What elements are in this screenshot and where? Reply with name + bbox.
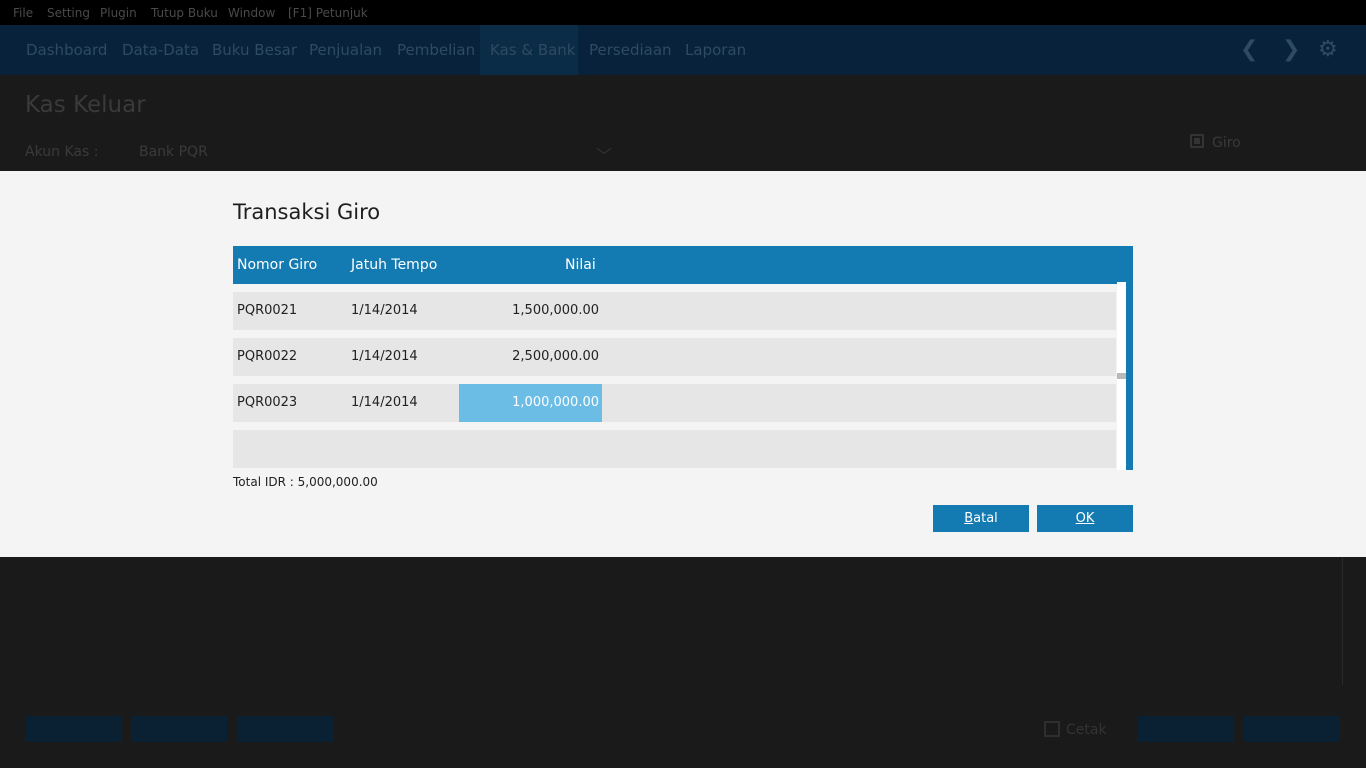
dialog-title: Transaksi Giro [233, 200, 381, 224]
cancel-mnemonic: B [964, 511, 974, 526]
transaksi-giro-dialog: Transaksi Giro Nomor Giro Jatuh Tempo Ni… [0, 171, 1366, 557]
main-nav: Dashboard Data-Data Buku Besar Penjualan… [0, 25, 1366, 75]
cell-nilai[interactable]: 2,500,000.00 [459, 338, 602, 376]
menu-tutup-buku[interactable]: Tutup Buku [151, 6, 218, 20]
ok-label: O [1075, 511, 1086, 526]
cancel-label: atal [973, 511, 998, 526]
bottom-button-5[interactable] [1244, 716, 1340, 742]
menu-petunjuk[interactable]: [F1] Petunjuk [288, 6, 368, 20]
cell-nomor-giro: PQR0021 [237, 303, 298, 318]
table-row-empty[interactable] [233, 430, 1116, 468]
giro-label: Giro [1212, 135, 1241, 151]
cell-nilai[interactable]: 1,500,000.00 [459, 292, 602, 330]
cell-jatuh-tempo: 1/14/2014 [351, 303, 418, 318]
akun-kas-select[interactable]: Bank PQR [139, 144, 208, 160]
ok-button[interactable]: OK [1037, 505, 1133, 532]
nav-kas-bank[interactable]: Kas & Bank [490, 41, 576, 59]
table-row[interactable]: PQR0023 1/14/2014 1,000,000.00 [233, 384, 1116, 422]
cell-jatuh-tempo: 1/14/2014 [351, 395, 418, 410]
chevron-down-icon[interactable]: ⌵ [596, 139, 612, 159]
table-row[interactable]: PQR0022 1/14/2014 2,500,000.00 [233, 338, 1116, 376]
bottom-button-3[interactable] [237, 716, 334, 742]
giro-table: Nomor Giro Jatuh Tempo Nilai PQR0021 1/1… [233, 246, 1133, 470]
column-header-jatuh-tempo[interactable]: Jatuh Tempo [351, 257, 437, 273]
table-row[interactable]: PQR0021 1/14/2014 1,500,000.00 [233, 292, 1116, 330]
nav-laporan[interactable]: Laporan [685, 41, 746, 59]
menu-file[interactable]: File [13, 6, 33, 20]
nav-persediaan[interactable]: Persediaan [589, 41, 672, 59]
bottom-button-1[interactable] [25, 716, 122, 742]
chevron-left-icon[interactable]: ❮ [1240, 37, 1258, 62]
table-header: Nomor Giro Jatuh Tempo Nilai [233, 246, 1133, 284]
table-border-right [1126, 284, 1133, 470]
cell-nilai-selected[interactable]: 1,000,000.00 [459, 384, 602, 422]
cetak-label: Cetak [1066, 722, 1107, 738]
nav-data-data[interactable]: Data-Data [122, 41, 199, 59]
menu-plugin[interactable]: Plugin [100, 6, 137, 20]
cell-nomor-giro: PQR0022 [237, 349, 298, 364]
menu-window[interactable]: Window [228, 6, 275, 20]
cetak-checkbox[interactable] [1044, 721, 1060, 737]
nav-buku-besar[interactable]: Buku Besar [212, 41, 297, 59]
cell-nomor-giro: PQR0023 [237, 395, 298, 410]
column-header-nilai[interactable]: Nilai [565, 257, 596, 273]
nav-penjualan[interactable]: Penjualan [309, 41, 382, 59]
page-title: Kas Keluar [25, 92, 146, 118]
giro-checkbox[interactable] [1190, 134, 1204, 148]
total-label: Total IDR : 5,000,000.00 [233, 475, 378, 489]
cancel-button[interactable]: Batal [933, 505, 1029, 532]
ok-label-rest: K [1085, 511, 1095, 526]
menu-setting[interactable]: Setting [47, 6, 90, 20]
scrollbar-thumb[interactable] [1117, 373, 1126, 379]
menu-bar: File Setting Plugin Tutup Buku Window [F… [0, 0, 1366, 25]
bottom-button-4[interactable] [1137, 716, 1234, 742]
nav-pembelian[interactable]: Pembelian [397, 41, 475, 59]
gear-icon[interactable]: ⚙ [1318, 37, 1338, 62]
column-header-nomor-giro[interactable]: Nomor Giro [237, 257, 317, 273]
panel-divider [1342, 557, 1343, 685]
chevron-right-icon[interactable]: ❯ [1282, 37, 1300, 62]
akun-kas-label: Akun Kas : [25, 144, 99, 160]
nav-dashboard[interactable]: Dashboard [26, 41, 107, 59]
cell-jatuh-tempo: 1/14/2014 [351, 349, 418, 364]
bottom-button-2[interactable] [131, 716, 227, 742]
